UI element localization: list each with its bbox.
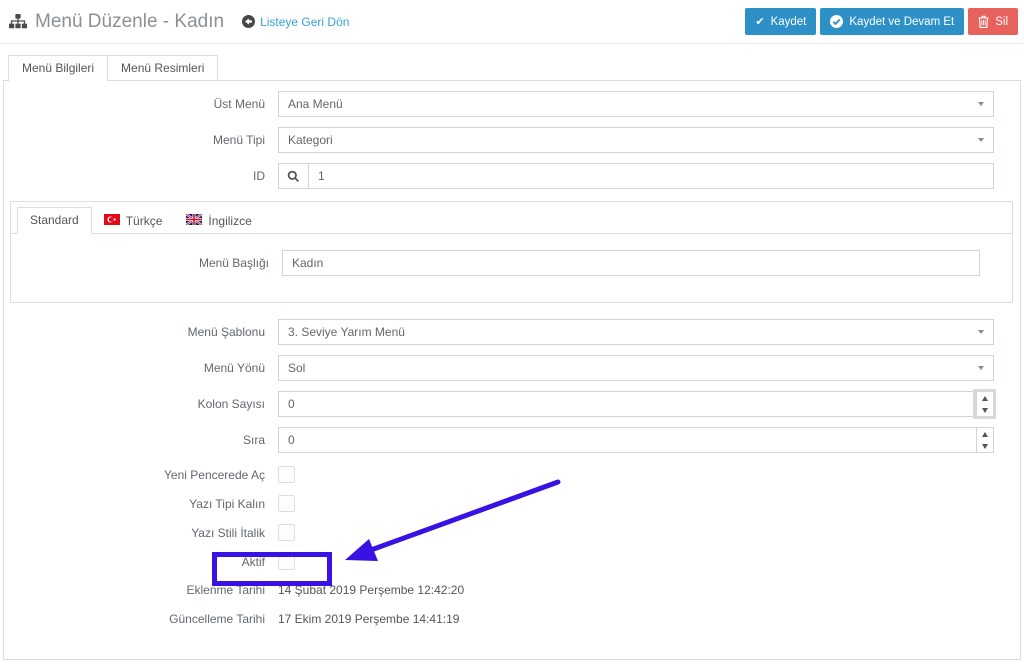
- yeni-pencerede-ac-row: Yeni Pencerede Aç: [4, 466, 1020, 483]
- language-tabs: Standard Türkçe İngilizce: [11, 202, 1012, 234]
- menu-yonu-label: Menü Yönü: [203, 361, 265, 375]
- standard-tab-label: Standard: [30, 213, 79, 227]
- uk-flag-icon: [185, 213, 204, 228]
- sira-label: Sıra: [242, 433, 265, 447]
- language-panel: Standard Türkçe İngilizce Menü Başlığı K…: [10, 201, 1013, 303]
- tab-ingilizce[interactable]: İngilizce: [174, 209, 263, 234]
- check-icon: ✔: [755, 16, 765, 28]
- tab-menu-resimleri[interactable]: Menü Resimleri: [108, 55, 219, 81]
- page-header: Menü Düzenle - Kadın Listeye Geri Dön ✔ …: [0, 0, 1024, 44]
- guncelleme-tarihi-label: Güncelleme Tarihi: [169, 611, 265, 626]
- menu-sablonu-label: Menü Şablonu: [187, 325, 265, 339]
- sitemap-icon: [9, 14, 27, 29]
- spin-up-icon[interactable]: [977, 392, 993, 404]
- aktif-row: Aktif: [4, 553, 1020, 570]
- menu-yonu-value: Sol: [288, 361, 306, 375]
- menu-tipi-value: Kategori: [288, 133, 333, 147]
- eklenme-tarihi-value: 14 Şubat 2019 Perşembe 12:42:20: [278, 582, 465, 597]
- guncelleme-tarihi-value: 17 Ekim 2019 Perşembe 14:41:19: [278, 611, 460, 626]
- chevron-down-icon: [978, 366, 984, 370]
- search-icon: [287, 170, 300, 183]
- yeni-pencerede-ac-label: Yeni Pencerede Aç: [164, 467, 265, 482]
- back-to-list-link[interactable]: Listeye Geri Dön: [242, 15, 349, 29]
- back-link-label: Listeye Geri Dön: [260, 14, 350, 29]
- id-input[interactable]: [308, 163, 994, 189]
- chevron-down-icon: [978, 330, 984, 334]
- ust-menu-label: Üst Menü: [213, 97, 265, 111]
- page-title: Menü Düzenle - Kadın: [35, 10, 225, 32]
- ust-menu-select[interactable]: Ana Menü: [278, 91, 994, 117]
- menu-tipi-select[interactable]: Kategori: [278, 127, 994, 153]
- menu-yonu-row: Menü Yönü Sol: [4, 355, 1020, 381]
- checkbox-group: Yeni Pencerede Aç Yazı Tipi Kalın Yazı S…: [4, 466, 1020, 570]
- id-search-button[interactable]: [278, 163, 309, 189]
- spin-down-icon[interactable]: [977, 404, 993, 416]
- yazi-stili-italik-label: Yazı Stili İtalik: [191, 525, 265, 540]
- yazi-tipi-kalin-row: Yazı Tipi Kalın: [4, 495, 1020, 512]
- save-and-continue-button[interactable]: Kaydet ve Devam Et: [820, 8, 965, 35]
- delete-button[interactable]: Sil: [968, 8, 1018, 35]
- ust-menu-row: Üst Menü Ana Menü: [4, 91, 1020, 117]
- kolon-sayisi-spinner[interactable]: [976, 392, 993, 416]
- guncelleme-tarihi-row: Güncelleme Tarihi 17 Ekim 2019 Perşembe …: [4, 611, 1020, 626]
- menu-tipi-label: Menü Tipi: [212, 133, 265, 147]
- menu-basligi-input[interactable]: [282, 250, 980, 276]
- aktif-checkbox[interactable]: [278, 553, 295, 570]
- ingilizce-tab-label: İngilizce: [208, 214, 252, 228]
- chevron-down-icon: [978, 102, 984, 106]
- yazi-tipi-kalin-checkbox[interactable]: [278, 495, 295, 512]
- tab-turkce[interactable]: Türkçe: [92, 209, 175, 234]
- menu-sablonu-value: 3. Seviye Yarım Menü: [288, 325, 405, 339]
- ust-menu-value: Ana Menü: [288, 97, 343, 111]
- menu-tipi-row: Menü Tipi Kategori: [4, 127, 1020, 153]
- kolon-sayisi-row: Kolon Sayısı: [4, 391, 1020, 417]
- kolon-sayisi-input[interactable]: [278, 391, 994, 417]
- spin-up-icon[interactable]: [977, 428, 993, 440]
- delete-button-label: Sil: [995, 15, 1008, 28]
- menu-basligi-label: Menü Başlığı: [198, 256, 269, 270]
- arrow-circle-left-icon: [242, 15, 256, 28]
- yazi-stili-italik-row: Yazı Stili İtalik: [4, 524, 1020, 541]
- check-circle-icon: [830, 15, 844, 28]
- trash-icon: [978, 15, 989, 28]
- yeni-pencerede-ac-checkbox[interactable]: [278, 466, 295, 483]
- id-row: ID: [4, 163, 1020, 189]
- yazi-tipi-kalin-label: Yazı Tipi Kalın: [189, 496, 265, 511]
- spin-down-icon[interactable]: [977, 440, 993, 452]
- language-panel-body: Menü Başlığı: [11, 234, 1012, 302]
- tab-standard[interactable]: Standard: [17, 207, 92, 234]
- menu-sablonu-select[interactable]: 3. Seviye Yarım Menü: [278, 319, 994, 345]
- save-button[interactable]: ✔ Kaydet: [745, 8, 817, 35]
- save-button-label: Kaydet: [770, 15, 807, 28]
- chevron-down-icon: [978, 138, 984, 142]
- date-group: Eklenme Tarihi 14 Şubat 2019 Perşembe 12…: [4, 582, 1020, 626]
- sira-row: Sıra: [4, 427, 1020, 453]
- menu-basligi-row: Menü Başlığı: [11, 250, 980, 276]
- turkce-tab-label: Türkçe: [125, 214, 163, 228]
- eklenme-tarihi-row: Eklenme Tarihi 14 Şubat 2019 Perşembe 12…: [4, 582, 1020, 597]
- save-and-continue-label: Kaydet ve Devam Et: [849, 15, 955, 28]
- kolon-sayisi-label: Kolon Sayısı: [197, 397, 265, 411]
- sira-spinner[interactable]: [976, 428, 993, 452]
- menu-edit-panel: Üst Menü Ana Menü Menü Tipi Kategori ID: [3, 80, 1021, 660]
- menu-yonu-select[interactable]: Sol: [278, 355, 994, 381]
- main-tabs: Menü Bilgileri Menü Resimleri: [3, 55, 1021, 81]
- id-label: ID: [253, 169, 265, 183]
- aktif-label: Aktif: [241, 554, 265, 569]
- turkey-flag-icon: [103, 214, 120, 228]
- yazi-stili-italik-checkbox[interactable]: [278, 524, 295, 541]
- header-buttons: ✔ Kaydet Kaydet ve Devam Et Sil: [745, 8, 1018, 35]
- sira-input[interactable]: [278, 427, 994, 453]
- eklenme-tarihi-label: Eklenme Tarihi: [186, 582, 265, 597]
- tab-menu-bilgileri[interactable]: Menü Bilgileri: [8, 55, 109, 81]
- menu-sablonu-row: Menü Şablonu 3. Seviye Yarım Menü: [4, 319, 1020, 345]
